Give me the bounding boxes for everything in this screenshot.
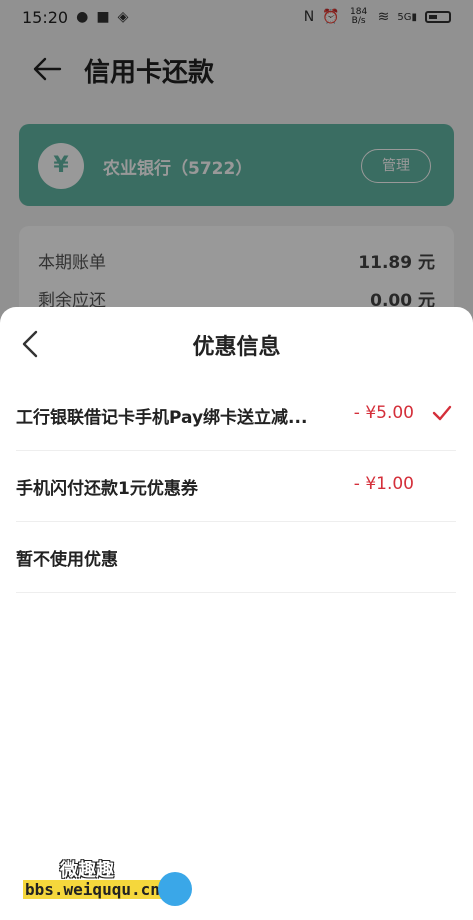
discount-option-label: 暂不使用优惠 xyxy=(16,550,118,570)
discount-option[interactable]: 工行银联借记卡手机Pay绑卡送立减... - ¥5.00 xyxy=(16,379,456,451)
checkmark-icon xyxy=(432,405,452,421)
discount-option-amount: - ¥1.00 xyxy=(353,474,414,494)
discount-option-none[interactable]: 暂不使用优惠 xyxy=(16,521,456,593)
discount-option-amount: - ¥5.00 xyxy=(353,403,414,423)
discount-sheet: 优惠信息 工行银联借记卡手机Pay绑卡送立减... - ¥5.00 手机闪付还款… xyxy=(0,307,473,920)
sheet-title: 优惠信息 xyxy=(192,335,281,360)
discount-option-label: 工行银联借记卡手机Pay绑卡送立减... xyxy=(16,408,308,428)
discount-option-label: 手机闪付还款1元优惠券 xyxy=(16,479,198,499)
watermark-title: 微趣趣 xyxy=(60,860,114,881)
discount-option[interactable]: 手机闪付还款1元优惠券 - ¥1.00 xyxy=(16,450,456,522)
watermark-mascot-icon xyxy=(158,872,192,906)
watermark-url: bbs.weiququ.cn xyxy=(23,880,162,899)
